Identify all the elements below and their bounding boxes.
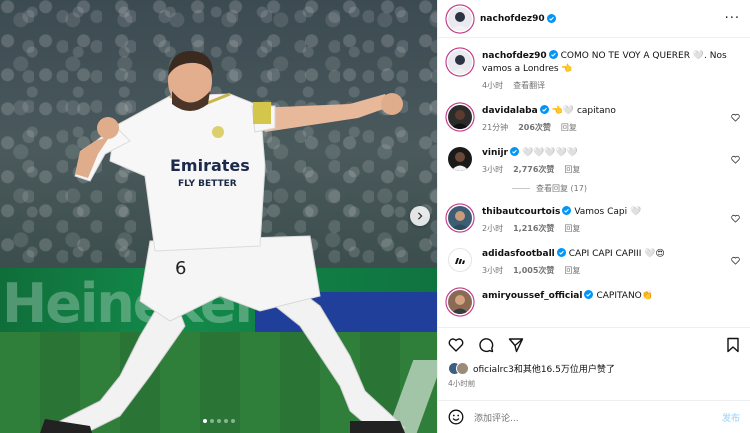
post-header: nachofdez90 ···: [438, 0, 750, 38]
author-avatar[interactable]: [448, 6, 472, 31]
heart-icon[interactable]: [448, 337, 464, 353]
post-comment-button[interactable]: 发布: [722, 411, 740, 424]
comment-davidalaba: davidalaba 👈🤍 capitano 21分钟 206次赞 回复: [448, 105, 740, 133]
carousel-dots: [0, 419, 437, 423]
more-icon[interactable]: ···: [725, 11, 740, 26]
carousel-dot: [223, 419, 228, 423]
emoji-icon[interactable]: [448, 409, 464, 425]
comment-username[interactable]: vinijr: [482, 148, 508, 158]
verified-icon: [584, 290, 594, 299]
caption-avatar[interactable]: [448, 50, 472, 74]
reply-button[interactable]: 回复: [561, 122, 577, 133]
liked-by-avatars: [448, 362, 469, 375]
comment-likes[interactable]: 206次赞: [518, 122, 551, 133]
post-photo[interactable]: Heinekeı 6 Emirates FLY BETTER: [0, 0, 437, 433]
bookmark-icon[interactable]: [726, 337, 740, 353]
comment-vinijr: vinijr 🤍🤍🤍🤍🤍 3小时 2,776次赞 回复: [448, 147, 740, 175]
post-side-panel: nachofdez90 ··· nachofdez90 COMO NO TE VO…: [437, 0, 750, 433]
comment-text: Vamos Capi 🤍: [574, 207, 642, 217]
comment-time: 3小时: [482, 165, 504, 174]
carousel-dot: [216, 419, 221, 423]
comment-avatar[interactable]: [448, 248, 472, 272]
carousel-dot: [202, 419, 207, 423]
comment-username[interactable]: adidasfootball: [482, 249, 555, 259]
heart-icon[interactable]: [731, 155, 740, 164]
comment-username[interactable]: amiryoussef_official: [482, 291, 582, 301]
liked-by[interactable]: oficialrc3和其他16.5万位用户赞了: [448, 362, 740, 375]
verified-icon: [509, 147, 519, 156]
comment-avatar[interactable]: [448, 206, 472, 230]
heart-icon[interactable]: [731, 256, 740, 265]
comment-time: 2小时: [482, 224, 504, 233]
svg-text:FLY BETTER: FLY BETTER: [178, 179, 237, 189]
translate-link[interactable]: 查看翻译: [513, 80, 545, 91]
comment-avatar[interactable]: [448, 105, 472, 129]
share-icon[interactable]: [508, 337, 524, 353]
heart-icon[interactable]: [731, 214, 740, 223]
comment-text: 🤍🤍🤍🤍🤍: [521, 148, 578, 158]
comment-adidasfootball: adidasfootball CAPI CAPI CAPIII 🤍😍 3小时 1,…: [448, 248, 740, 276]
carousel-dot: [209, 419, 214, 423]
comment-time: 21分钟: [482, 123, 509, 132]
comment-input[interactable]: 添加评论...: [474, 411, 519, 424]
comment-likes[interactable]: 1,005次赞: [513, 265, 554, 276]
carousel-next-button[interactable]: [410, 206, 430, 226]
player-illustration: 6 Emirates FLY BETTER: [40, 51, 407, 433]
comment-avatar[interactable]: [448, 147, 472, 171]
verified-icon: [556, 248, 566, 257]
view-replies-label[interactable]: 查看回复 (17): [536, 183, 587, 194]
verified-icon: [562, 206, 572, 215]
action-icons: [448, 336, 740, 354]
comment-avatar[interactable]: [448, 290, 472, 314]
post-actions: oficialrc3和其他16.5万位用户赞了 4小时前: [438, 327, 750, 389]
replies-divider: [512, 188, 530, 189]
comment-text: CAPITANO👏: [596, 291, 653, 301]
author-username[interactable]: nachofdez90: [480, 14, 545, 24]
heart-icon[interactable]: [731, 113, 740, 122]
comment-icon[interactable]: [478, 337, 494, 353]
liked-by-text: oficialrc3和其他16.5万位用户赞了: [473, 365, 615, 375]
carousel-dot: [230, 419, 235, 423]
verified-icon: [548, 50, 558, 59]
post-time: 4小时前: [448, 379, 476, 388]
comment-username[interactable]: davidalaba: [482, 106, 538, 116]
add-comment-bar: 添加评论... 发布: [438, 400, 750, 433]
comment-amiryoussef: amiryoussef_official CAPITANO👏: [448, 290, 740, 314]
liker-avatar: [456, 362, 469, 375]
comment-text: 👈🤍 capitano: [551, 106, 616, 116]
reply-button[interactable]: 回复: [564, 223, 580, 234]
reply-button[interactable]: 回复: [564, 164, 580, 175]
caption-time: 4小时: [482, 81, 504, 90]
svg-text:Emirates: Emirates: [170, 156, 250, 175]
view-replies[interactable]: 查看回复 (17): [512, 183, 740, 194]
comment-likes[interactable]: 2,776次赞: [513, 164, 554, 175]
comment-text: CAPI CAPI CAPIII 🤍😍: [568, 249, 665, 259]
comments-list: nachofdez90 COMO NO TE VOY A QUERER 🤍. No…: [438, 38, 750, 327]
caption: nachofdez90 COMO NO TE VOY A QUERER 🤍. No…: [448, 50, 740, 91]
verified-icon: [546, 14, 556, 23]
comment-likes[interactable]: 1,216次赞: [513, 223, 554, 234]
svg-text:6: 6: [175, 258, 186, 279]
comment-thibautcourtois: thibautcourtois Vamos Capi 🤍 2小时 1,216次赞 …: [448, 206, 740, 234]
comment-username[interactable]: thibautcourtois: [482, 207, 560, 217]
comment-time: 3小时: [482, 266, 504, 275]
caption-username[interactable]: nachofdez90: [482, 51, 547, 61]
verified-icon: [539, 105, 549, 114]
reply-button[interactable]: 回复: [564, 265, 580, 276]
chevron-right-icon: [417, 212, 423, 220]
